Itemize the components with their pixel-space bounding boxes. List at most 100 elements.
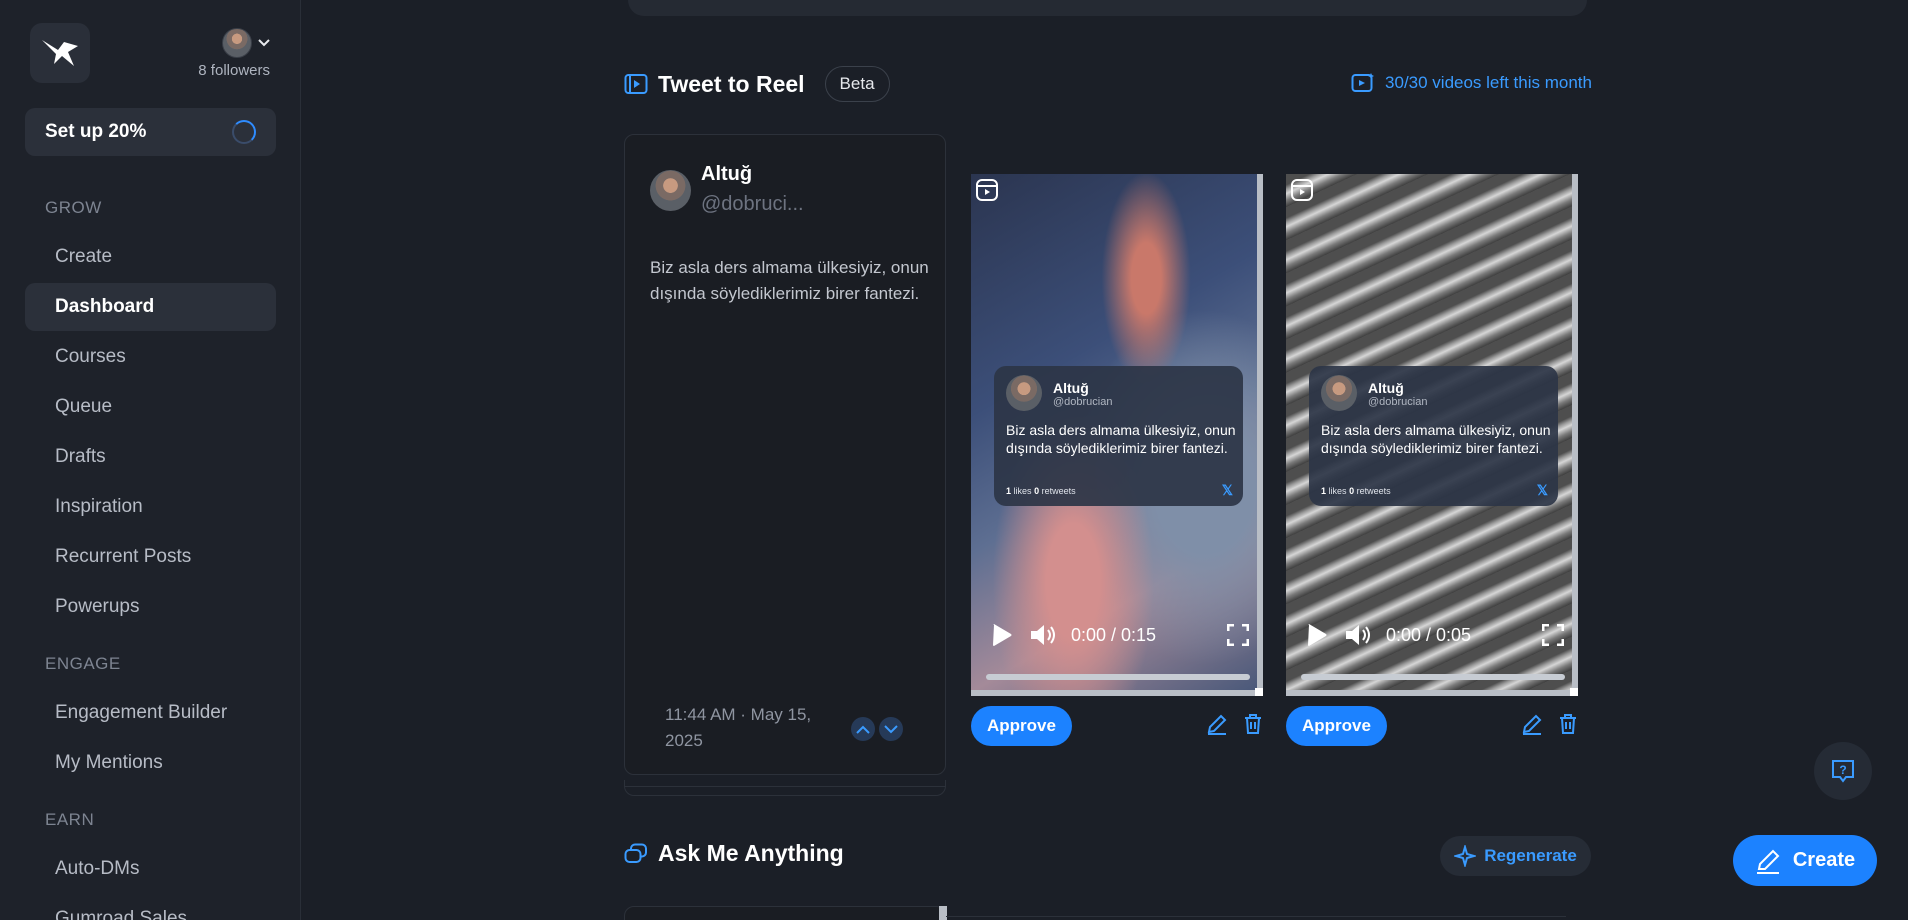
create-fab-button[interactable]: Create	[1733, 835, 1877, 886]
retweets-label: retweets	[1041, 486, 1076, 496]
tweet-author-handle: @dobruci...	[701, 193, 804, 215]
account-switcher[interactable]: 8 followers	[198, 28, 270, 79]
sidebar-item-powerups[interactable]: Powerups	[25, 583, 276, 631]
help-button[interactable]: ?	[1814, 742, 1872, 800]
likes-label: likes	[1328, 486, 1347, 496]
sidebar-item-gumroad-sales[interactable]: Gumroad Sales	[25, 895, 276, 920]
trash-icon[interactable]	[1557, 713, 1579, 735]
tweet-navigation	[851, 717, 903, 741]
section-title: Ask Me Anything	[658, 840, 844, 866]
tweet-overlay-card: Altuğ @dobrucian Biz asla ders almama ül…	[1309, 366, 1558, 506]
sidebar-item-inspiration[interactable]: Inspiration	[25, 483, 276, 531]
approve-button[interactable]: Approve	[971, 706, 1072, 746]
video-quota-label: 30/30 videos left this month	[1385, 73, 1592, 92]
overlay-author-handle: @dobrucian	[1053, 396, 1113, 408]
overlay-tweet-text: Biz asla ders almama ülkesiyiz, onun dış…	[1006, 422, 1236, 456]
tweet-overlay-card: Altuğ @dobrucian Biz asla ders almama ül…	[994, 366, 1243, 506]
chat-bubbles-icon	[624, 843, 647, 863]
likes-count: 1	[1006, 486, 1012, 496]
overlay-author-name: Altuğ	[1368, 380, 1404, 396]
scrollbar[interactable]	[1286, 690, 1578, 696]
svg-text:?: ?	[1839, 763, 1846, 777]
video-controls: 0:00 / 0:05	[1304, 622, 1566, 648]
x-logo-icon: 𝕏	[1221, 482, 1233, 498]
scrollbar[interactable]	[1257, 174, 1263, 696]
reel-video-player[interactable]: Altuğ @dobrucian Biz asla ders almama ül…	[971, 174, 1263, 696]
edit-icon[interactable]	[1206, 713, 1228, 735]
overlay-stats: 1 likes 0 retweets	[1006, 486, 1076, 496]
likes-count: 1	[1321, 486, 1327, 496]
retweets-count: 0	[1034, 486, 1040, 496]
app-logo[interactable]	[30, 23, 90, 83]
bird-logo-icon	[42, 40, 78, 66]
video-progress-bar[interactable]	[1301, 674, 1565, 680]
edit-icon[interactable]	[1521, 713, 1543, 735]
sidebar-item-queue[interactable]: Queue	[25, 383, 276, 431]
sidebar-item-drafts[interactable]: Drafts	[25, 433, 276, 481]
avatar	[1321, 375, 1357, 411]
fullscreen-icon[interactable]	[1227, 624, 1249, 646]
beta-badge: Beta	[824, 66, 890, 102]
sidebar-item-courses[interactable]: Courses	[25, 333, 276, 381]
section-label-engage: ENGAGE	[45, 654, 121, 673]
sparkle-icon	[1454, 845, 1477, 867]
scrollbar[interactable]	[971, 690, 1263, 696]
help-chat-icon: ?	[1832, 760, 1854, 783]
next-tweet-button[interactable]	[879, 717, 903, 741]
sidebar-item-dashboard[interactable]: Dashboard	[25, 283, 276, 331]
approve-button[interactable]: Approve	[1286, 706, 1387, 746]
sidebar-item-recurrent-posts[interactable]: Recurrent Posts	[25, 533, 276, 581]
overlay-author-handle: @dobrucian	[1368, 396, 1428, 408]
overlay-author-name: Altuğ	[1053, 380, 1089, 396]
play-icon[interactable]	[1304, 622, 1330, 648]
retweets-label: retweets	[1356, 486, 1391, 496]
regenerate-label: Regenerate	[1484, 846, 1577, 865]
play-icon[interactable]	[989, 622, 1015, 648]
sidebar-item-engagement-builder[interactable]: Engagement Builder	[25, 689, 276, 737]
scroll-corner	[1570, 688, 1578, 696]
likes-label: likes	[1013, 486, 1032, 496]
previous-tweet-button[interactable]	[851, 717, 875, 741]
scrollbar[interactable]	[1572, 174, 1578, 696]
setup-progress-button[interactable]: Set up 20%	[25, 108, 276, 156]
divider	[946, 916, 1566, 917]
video-actions	[1521, 713, 1579, 735]
retweets-count: 0	[1349, 486, 1355, 496]
sidebar-item-create[interactable]: Create	[25, 233, 276, 281]
volume-icon[interactable]	[1344, 623, 1372, 647]
sidebar-item-my-mentions[interactable]: My Mentions	[25, 739, 276, 787]
scroll-corner	[1255, 688, 1263, 696]
follower-count: 8 followers	[198, 62, 270, 79]
sidebar-item-auto-dms[interactable]: Auto-DMs	[25, 845, 276, 893]
regenerate-button[interactable]: Regenerate	[1440, 836, 1591, 876]
section-label-earn: EARN	[45, 810, 95, 829]
avatar	[650, 170, 691, 211]
video-quota: 30/30 videos left this month	[1351, 72, 1592, 94]
reel-video-player[interactable]: Altuğ @dobrucian Biz asla ders almama ül…	[1286, 174, 1578, 696]
avatar	[1006, 375, 1042, 411]
chevron-down-icon	[258, 39, 270, 47]
pen-icon	[1756, 849, 1780, 874]
video-time: 0:00 / 0:15	[1071, 624, 1157, 645]
video-progress-bar[interactable]	[986, 674, 1250, 680]
create-fab-label: Create	[1792, 849, 1856, 871]
avatar	[222, 28, 252, 58]
video-time: 0:00 / 0:05	[1386, 624, 1472, 645]
volume-icon[interactable]	[1029, 623, 1057, 647]
overlay-tweet-text: Biz asla ders almama ülkesiyiz, onun dış…	[1321, 422, 1551, 456]
overlay-stats: 1 likes 0 retweets	[1321, 486, 1391, 496]
previous-card-edge	[628, 0, 1587, 16]
video-controls: 0:00 / 0:15	[989, 622, 1251, 648]
setup-label: Set up 20%	[45, 121, 147, 142]
chevron-up-icon	[856, 725, 870, 734]
tweet-card: Altuğ @dobruci... Biz asla ders almama ü…	[624, 134, 946, 775]
reel-icon	[976, 179, 998, 201]
trash-icon[interactable]	[1242, 713, 1264, 735]
fullscreen-icon[interactable]	[1542, 624, 1564, 646]
video-sparkle-icon	[1351, 73, 1375, 92]
scrollbar[interactable]	[939, 906, 947, 920]
ama-header: Ask Me Anything	[624, 840, 844, 867]
tweet-author-name: Altuğ	[701, 163, 753, 185]
reel-icon	[624, 74, 648, 94]
reel-icon	[1291, 179, 1313, 201]
